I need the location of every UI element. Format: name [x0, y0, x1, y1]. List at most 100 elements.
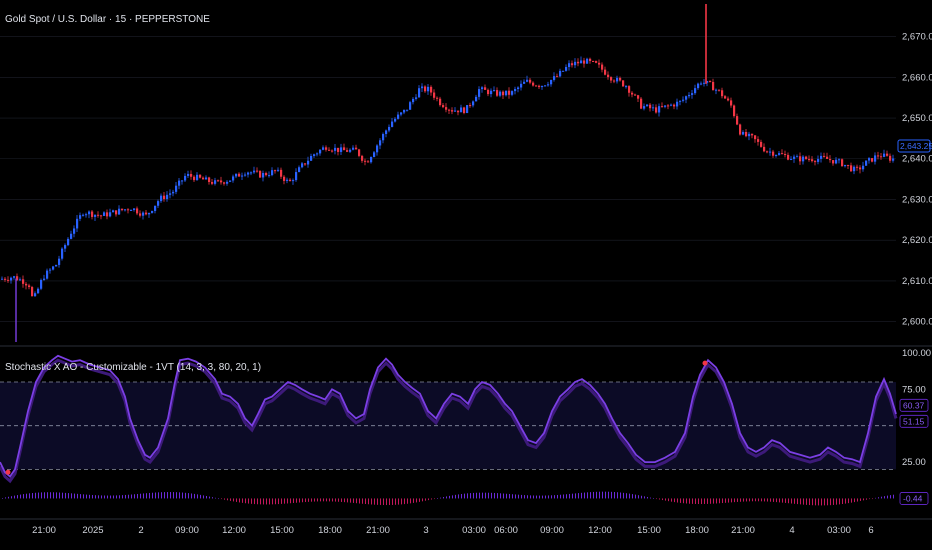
candle-body — [253, 170, 256, 173]
candle-body — [124, 209, 127, 211]
time-tick-label: 2 — [138, 525, 143, 536]
ao-histogram-bar — [725, 498, 726, 503]
candle-body — [190, 173, 193, 177]
ao-histogram-bar — [80, 494, 81, 499]
ao-histogram-bar — [482, 492, 483, 499]
ao-histogram-bar — [290, 498, 291, 504]
ao-histogram-bar — [275, 498, 276, 505]
candle-body — [595, 61, 598, 63]
ao-histogram-bar — [554, 495, 555, 499]
candle-body — [802, 156, 805, 162]
candle-body — [631, 92, 634, 95]
ao-histogram-bar — [191, 493, 192, 499]
candle-body — [109, 212, 112, 217]
ao-histogram-bar — [827, 498, 828, 506]
candle-body — [265, 173, 268, 176]
candle-body — [856, 166, 859, 168]
candle-body — [13, 276, 16, 278]
candle-body — [853, 166, 856, 172]
ao-histogram-bar — [32, 493, 33, 499]
candle-body — [415, 97, 418, 99]
ao-histogram-bar — [515, 494, 516, 499]
candle-body — [310, 155, 313, 161]
ao-histogram-bar — [176, 492, 177, 499]
ao-histogram-bar — [53, 492, 54, 499]
ao-histogram-bar — [770, 498, 771, 502]
ao-histogram-bar — [65, 492, 66, 499]
candle-body — [670, 104, 673, 106]
candle-body — [469, 105, 472, 107]
ao-histogram-bar — [644, 496, 645, 499]
ao-histogram-bar — [692, 498, 693, 504]
time-tick-label: 09:00 — [540, 525, 564, 536]
candle-body — [4, 278, 7, 280]
ao-histogram-bar — [158, 492, 159, 499]
candle-body — [874, 155, 877, 162]
ao-histogram-bar — [230, 498, 231, 501]
ao-histogram-bar — [251, 498, 252, 504]
ao-histogram-bar — [743, 498, 744, 502]
ao-histogram-bar — [14, 495, 15, 499]
candle-body — [826, 156, 829, 159]
candle-body — [76, 218, 79, 229]
candle-body — [784, 154, 787, 156]
candle-body — [148, 212, 151, 215]
ao-histogram-bar — [20, 494, 21, 499]
candle-body — [37, 288, 40, 294]
ao-histogram-bar — [125, 494, 126, 499]
ao-histogram-bar — [581, 492, 582, 499]
ao-histogram-bar — [608, 491, 609, 499]
candle-body — [370, 156, 373, 163]
candle-body — [439, 98, 442, 106]
ao-histogram-bar — [860, 498, 861, 501]
ao-histogram-bar — [650, 497, 651, 499]
candle-body — [880, 156, 883, 158]
candle-body — [613, 80, 616, 82]
ao-histogram-bar — [716, 498, 717, 504]
candle-body — [652, 107, 655, 109]
candle-body — [805, 156, 808, 160]
ao-histogram-bar — [500, 493, 501, 499]
ao-histogram-bar — [194, 493, 195, 499]
price-tick-label: 2,610.00 — [902, 276, 932, 287]
candle-body — [661, 106, 664, 108]
ao-histogram-bar — [647, 496, 648, 499]
ao-histogram-bar — [287, 498, 288, 504]
ao-histogram-bar — [17, 495, 18, 499]
ao-histogram-bar — [560, 494, 561, 499]
ao-histogram-bar — [812, 498, 813, 506]
ao-histogram-bar — [311, 498, 312, 502]
candle-body — [280, 169, 283, 177]
ao-histogram-bar — [635, 494, 636, 499]
ao-histogram-bar — [182, 492, 183, 499]
candle-body — [847, 164, 850, 166]
ao-histogram-bar — [884, 496, 885, 499]
time-tick-label: 15:00 — [637, 525, 661, 536]
candle-body — [301, 163, 304, 168]
candle-body — [493, 90, 496, 92]
ao-histogram-bar — [104, 495, 105, 499]
ao-histogram-bar — [821, 498, 822, 506]
candle-body — [700, 83, 703, 85]
candle-body — [841, 159, 844, 167]
ao-histogram-bar — [746, 498, 747, 502]
ao-histogram-bar — [662, 498, 663, 501]
ao-histogram-bar — [320, 498, 321, 502]
ao-histogram-bar — [38, 492, 39, 499]
ao-histogram-bar — [359, 498, 360, 504]
candle-body — [718, 89, 721, 91]
candle-body — [694, 88, 697, 94]
ao-histogram-bar — [494, 492, 495, 499]
candle-body — [472, 101, 475, 106]
candle-body — [85, 214, 88, 216]
time-tick-label: 12:00 — [588, 525, 612, 536]
ao-histogram-bar — [335, 498, 336, 502]
candle-body — [340, 147, 343, 152]
candle-body — [589, 58, 592, 62]
candle-body — [391, 121, 394, 127]
candle-body — [832, 160, 835, 164]
ao-histogram-bar — [710, 498, 711, 504]
candle-body — [781, 153, 784, 155]
price-tick-label: 2,600.00 — [902, 317, 932, 328]
indicator-value-label: 51.15 — [903, 416, 925, 426]
